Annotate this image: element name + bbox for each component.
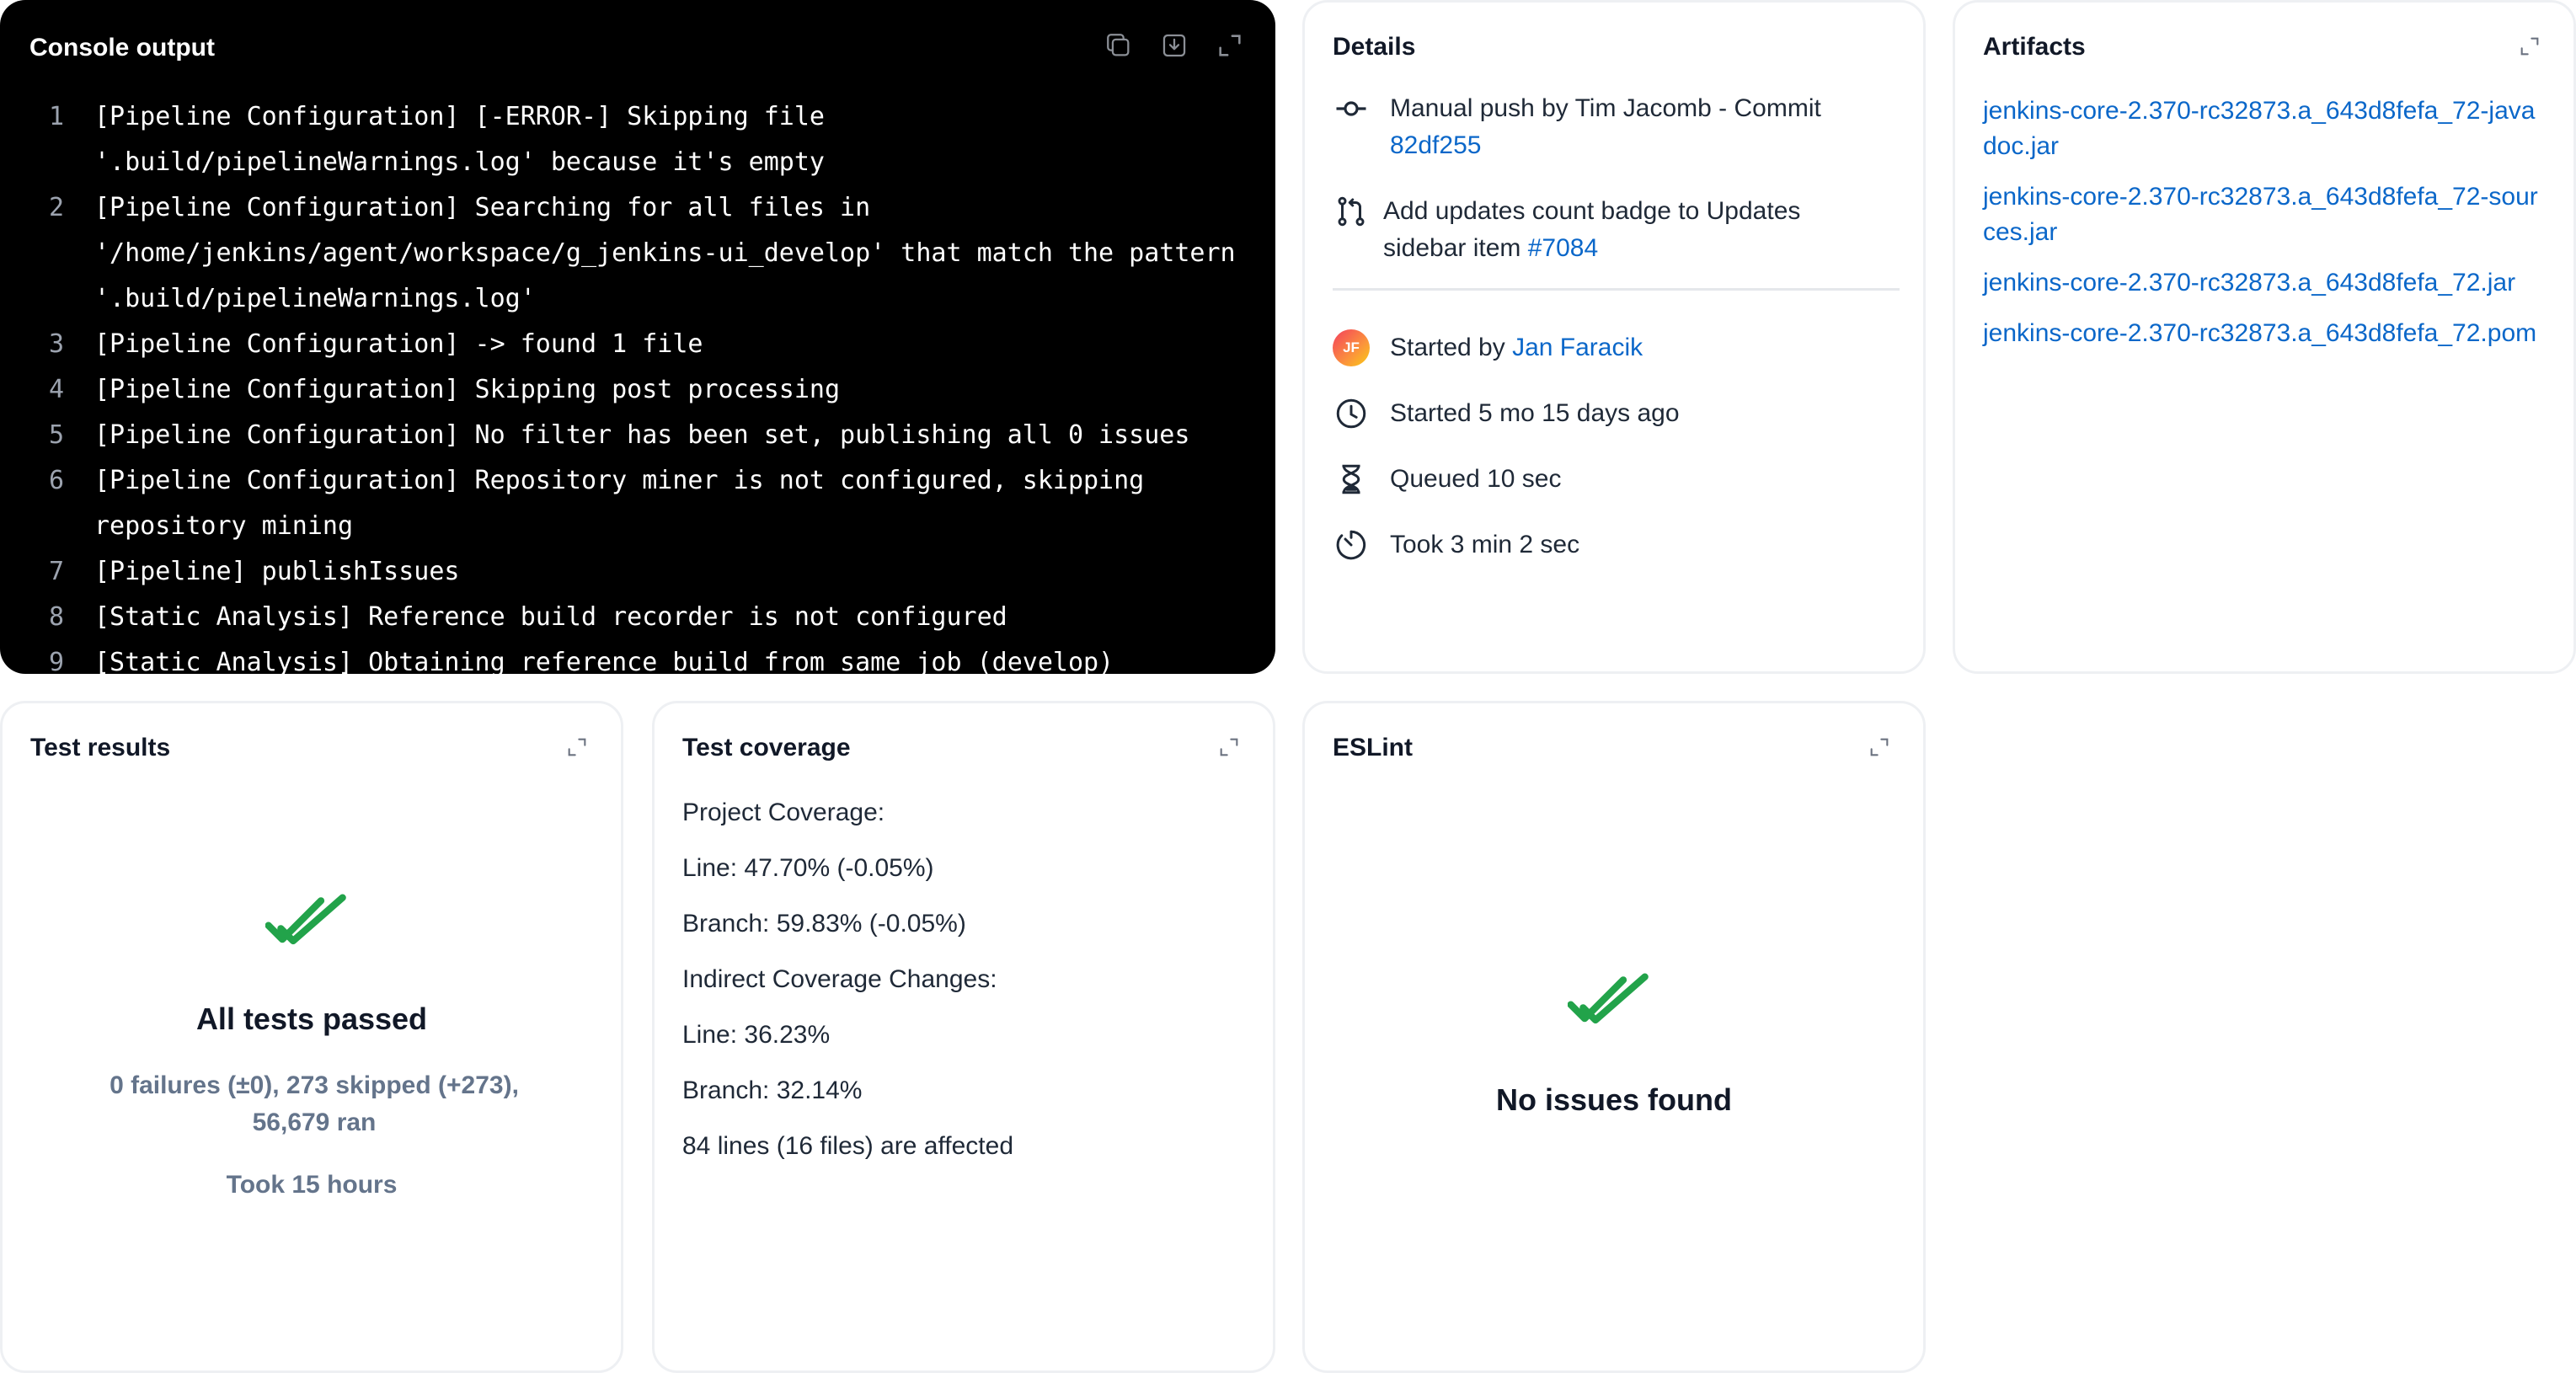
hourglass-icon xyxy=(1333,461,1370,498)
line-number: 2 xyxy=(48,193,64,222)
tests-status: All tests passed xyxy=(195,1002,428,1036)
line-text: [Pipeline Configuration] Repository mine… xyxy=(94,466,1160,541)
test-coverage-card: Test coverage Project Coverage: Line: 47… xyxy=(652,701,1275,1373)
avatar: JF xyxy=(1333,329,1370,366)
details-divider xyxy=(1333,288,1900,291)
push-text: Manual push by Tim Jacomb - Commit xyxy=(1390,94,1821,122)
coverage-line: Line: 47.70% (-0.05%) xyxy=(682,854,934,882)
line-number: 3 xyxy=(48,329,64,359)
started-by-user-link[interactable]: Jan Faracik xyxy=(1512,329,1643,366)
queued-row: Queued 10 sec xyxy=(1333,461,1561,498)
line-number: 6 xyxy=(48,466,64,495)
artifact-link[interactable]: jenkins-core-2.370-rc32873.a_643d8fefa_7… xyxy=(1983,316,2539,351)
started-text: Started 5 mo 15 days ago xyxy=(1390,399,1680,427)
download-icon[interactable] xyxy=(1159,30,1189,61)
details-title: Details xyxy=(1333,33,1416,61)
queued-text: Queued 10 sec xyxy=(1390,465,1562,493)
console-log[interactable]: 1 [Pipeline Configuration] [-ERROR-] Skip… xyxy=(0,94,1275,674)
artifact-link[interactable]: jenkins-core-2.370-rc32873.a_643d8fefa_7… xyxy=(1983,179,2539,250)
started-row: Started 5 mo 15 days ago xyxy=(1333,395,1680,432)
details-card: Details Manual push by Tim Jacomb - Comm… xyxy=(1302,0,1926,674)
coverage-line: Indirect Coverage Changes: xyxy=(682,965,997,993)
timer-icon xyxy=(1333,526,1370,564)
coverage-title: Test coverage xyxy=(682,734,851,761)
line-text: [Pipeline Configuration] Searching for a… xyxy=(94,193,1251,313)
line-number: 8 xyxy=(48,602,64,632)
copy-icon[interactable] xyxy=(1104,30,1134,61)
expand-icon[interactable] xyxy=(1214,732,1244,762)
coverage-list: Project Coverage: Line: 47.70% (-0.05%) … xyxy=(682,794,1013,1183)
commit-row: Manual push by Tim Jacomb - Commit 82df2… xyxy=(1333,90,1889,164)
clock-icon xyxy=(1333,395,1370,432)
double-check-icon xyxy=(1305,968,1923,1039)
line-text: [Static Analysis] Obtaining reference bu… xyxy=(94,648,1114,674)
line-text: [Static Analysis] Reference build record… xyxy=(94,602,1007,632)
console-title: Console output xyxy=(29,34,215,61)
line-text: [Pipeline Configuration] -> found 1 file xyxy=(94,329,703,359)
artifacts-card: Artifacts jenkins-core-2.370-rc32873.a_6… xyxy=(1953,0,2576,674)
tests-duration: Took 15 hours xyxy=(226,1171,398,1199)
line-number: 9 xyxy=(48,648,64,674)
test-results-card: Test results All tests passed 0 failures… xyxy=(0,701,623,1373)
line-number: 7 xyxy=(48,557,64,586)
console-line: 7 [Pipeline] publishIssues xyxy=(0,549,1275,595)
artifact-link[interactable]: jenkins-core-2.370-rc32873.a_643d8fefa_7… xyxy=(1983,265,2539,301)
duration-row: Took 3 min 2 sec xyxy=(1333,526,1579,564)
line-text: [Pipeline] publishIssues xyxy=(94,557,460,586)
started-by-label: Started by xyxy=(1390,334,1505,361)
line-text: [Pipeline Configuration] [-ERROR-] Skipp… xyxy=(94,102,841,177)
eslint-card: ESLint No issues found xyxy=(1302,701,1926,1373)
console-line: 1 [Pipeline Configuration] [-ERROR-] Skip… xyxy=(0,94,1275,185)
console-line: 4 [Pipeline Configuration] Skipping post … xyxy=(0,367,1275,413)
expand-icon[interactable] xyxy=(1864,732,1895,762)
coverage-line: Branch: 32.14% xyxy=(682,1076,863,1104)
console-line: 8 [Static Analysis] Reference build recor… xyxy=(0,595,1275,640)
artifact-list: jenkins-core-2.370-rc32873.a_643d8fefa_7… xyxy=(1983,93,2539,366)
console-line: 3 [Pipeline Configuration] -> found 1 fil… xyxy=(0,322,1275,367)
pr-link[interactable]: #7084 xyxy=(1528,234,1598,262)
coverage-line: Line: 36.23% xyxy=(682,1021,831,1049)
test-results-title: Test results xyxy=(30,734,171,761)
expand-icon[interactable] xyxy=(2515,31,2545,61)
pull-request-icon xyxy=(1333,193,1370,230)
line-text: [Pipeline Configuration] No filter has b… xyxy=(94,420,1190,450)
eslint-title: ESLint xyxy=(1333,734,1413,761)
coverage-line: Branch: 59.83% (-0.05%) xyxy=(682,910,966,938)
line-number: 4 xyxy=(48,375,64,404)
coverage-line: Project Coverage: xyxy=(682,799,885,826)
commit-link[interactable]: 82df255 xyxy=(1390,131,1481,159)
console-line: 2 [Pipeline Configuration] Searching for … xyxy=(0,185,1275,322)
line-number: 1 xyxy=(48,102,64,131)
console-toolbar xyxy=(1104,30,1245,61)
eslint-status: No issues found xyxy=(1495,1082,1733,1117)
coverage-line: 84 lines (16 files) are affected xyxy=(682,1132,1014,1160)
expand-icon[interactable] xyxy=(562,732,592,762)
line-number: 5 xyxy=(48,420,64,450)
console-line: 9 [Static Analysis] Obtaining reference b… xyxy=(0,640,1275,674)
started-by-row: JF Started by Jan Faracik xyxy=(1333,329,1643,366)
pr-row: Add updates count badge to Updates sideb… xyxy=(1333,193,1889,267)
tests-summary: 0 failures (±0), 273 skipped (+273), 56,… xyxy=(110,1071,519,1136)
artifact-link[interactable]: jenkins-core-2.370-rc32873.a_643d8fefa_7… xyxy=(1983,93,2539,164)
commit-icon xyxy=(1333,90,1370,127)
console-line: 6 [Pipeline Configuration] Repository min… xyxy=(0,458,1275,549)
artifacts-title: Artifacts xyxy=(1983,33,2086,61)
console-output-card: Console output 1 [Pipeline Configuration… xyxy=(0,0,1275,674)
console-line: 5 [Pipeline Configuration] No filter has … xyxy=(0,413,1275,458)
double-check-icon xyxy=(3,889,621,960)
build-dashboard: Console output 1 [Pipeline Configuration… xyxy=(0,0,2576,1373)
took-text: Took 3 min 2 sec xyxy=(1390,531,1580,558)
expand-icon[interactable] xyxy=(1215,30,1245,61)
line-text: [Pipeline Configuration] Skipping post p… xyxy=(94,375,841,404)
